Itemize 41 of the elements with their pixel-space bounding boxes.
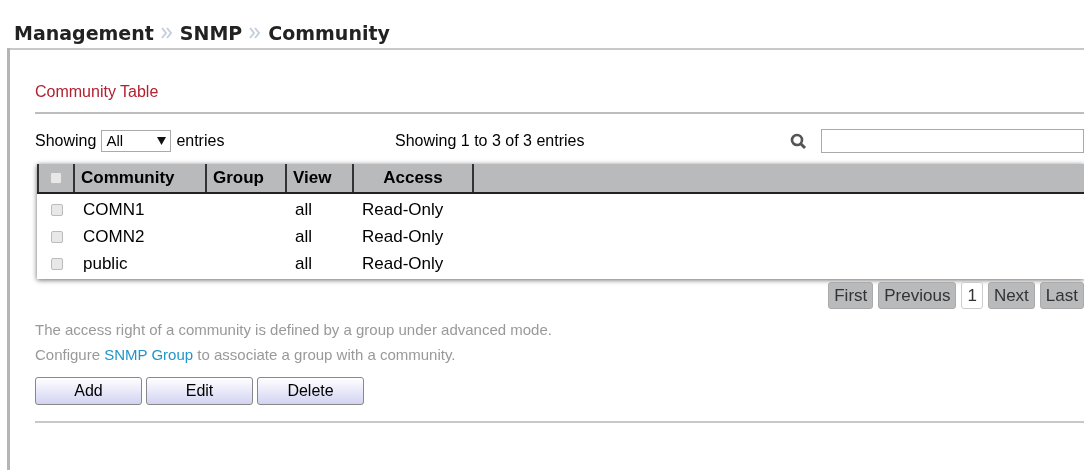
checkbox[interactable] [51, 203, 63, 216]
table-cell: COMN1 [83, 199, 145, 219]
showing-label: Showing [35, 131, 97, 151]
page-button[interactable]: Next [987, 282, 1035, 309]
action-button[interactable]: Add [35, 377, 142, 405]
snmp-group-link[interactable]: SNMP Group [104, 346, 194, 363]
chevron-icon [248, 27, 263, 39]
column-header[interactable]: Group [207, 164, 287, 192]
search-field[interactable] [821, 129, 1084, 153]
entries-info: Showing 1 to 3 of 3 entries [395, 131, 586, 151]
note-text: Configure SNMP Group to associate a group with a community. [35, 345, 457, 365]
page-button[interactable]: Last [1039, 282, 1084, 309]
table-cell: Read-Only [362, 199, 444, 219]
breadcrumb-item: SNMP [179, 20, 243, 46]
column-header[interactable]: Community [75, 164, 207, 192]
checkbox[interactable] [50, 172, 62, 184]
table-cell: Read-Only [362, 226, 444, 246]
action-button[interactable]: Delete [257, 377, 364, 405]
checkbox[interactable] [51, 257, 63, 270]
column-header[interactable]: View [287, 164, 354, 192]
table-cell: Read-Only [362, 253, 444, 273]
entries-dropdown[interactable]: All [101, 130, 172, 152]
table-cell: public [83, 253, 128, 273]
breadcrumb-item: Community [268, 20, 390, 46]
section-title: Community Table [35, 82, 159, 102]
table-cell: all [295, 253, 312, 273]
dropdown-arrow-icon [157, 137, 167, 145]
table-cell: COMN2 [83, 226, 145, 246]
action-button[interactable]: Edit [146, 377, 253, 405]
column-header[interactable]: Access [354, 164, 474, 192]
search-icon [790, 132, 807, 150]
entries-label: entries [176, 131, 225, 151]
table-cell: all [295, 199, 312, 219]
note-text: The access right of a community is defined by a group under advanced mode. [35, 320, 553, 340]
page-button[interactable]: Previous [878, 282, 957, 309]
page-button[interactable]: 1 [961, 282, 983, 309]
checkbox[interactable] [51, 230, 63, 243]
page-button[interactable]: First [828, 282, 874, 309]
breadcrumb-item: Management [14, 20, 154, 46]
chevron-icon [159, 27, 174, 39]
table-cell: all [295, 226, 312, 246]
